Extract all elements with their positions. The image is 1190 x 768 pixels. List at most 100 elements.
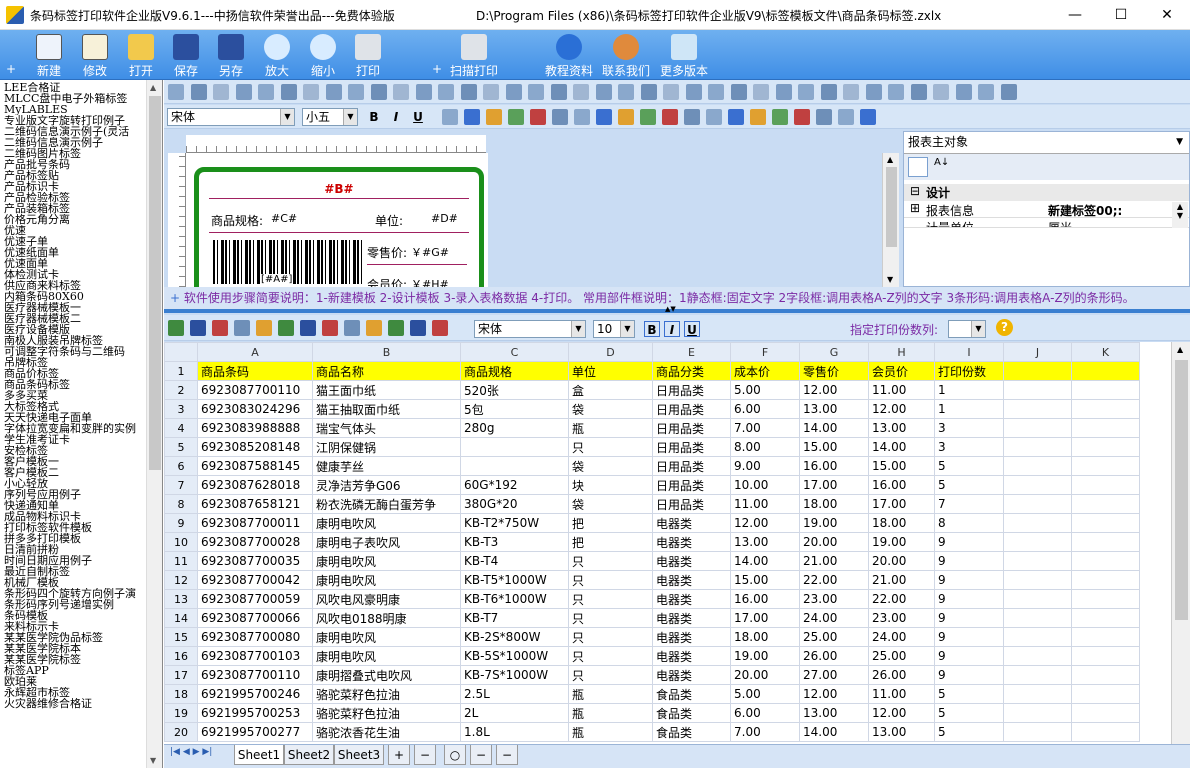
- template-item[interactable]: 时间日期应用例子: [4, 555, 146, 566]
- tool-icon[interactable]: [794, 109, 810, 125]
- table-cell[interactable]: [1003, 589, 1072, 609]
- sort-az-icon[interactable]: A↓: [934, 157, 954, 177]
- save-as-button[interactable]: 另存: [207, 32, 255, 78]
- tool-icon[interactable]: [505, 84, 522, 100]
- tool-icon[interactable]: [640, 109, 656, 125]
- table-cell[interactable]: 骆驼菜籽色拉油: [312, 684, 461, 704]
- table-cell[interactable]: [1003, 380, 1072, 400]
- tool-icon[interactable]: [910, 84, 927, 100]
- table-cell[interactable]: [1003, 608, 1072, 628]
- table-cell[interactable]: 9: [934, 665, 1004, 685]
- table-cell[interactable]: 6923085208148: [197, 437, 313, 457]
- table-cell[interactable]: 17.00: [730, 608, 800, 628]
- table-cell[interactable]: 只: [568, 646, 653, 666]
- template-item[interactable]: 优速: [4, 225, 146, 236]
- table-cell[interactable]: 6923083988888: [197, 418, 313, 438]
- template-item[interactable]: 医疗器械模板一: [4, 302, 146, 313]
- row-header[interactable]: 12: [164, 570, 198, 590]
- template-item[interactable]: 小心轻放: [4, 478, 146, 489]
- tool-icon[interactable]: [415, 84, 432, 100]
- row-header[interactable]: 13: [164, 589, 198, 609]
- table-cell[interactable]: [1071, 684, 1140, 704]
- table-cell[interactable]: 电器类: [652, 589, 731, 609]
- table-cell[interactable]: 18.00: [799, 494, 869, 514]
- table-cell[interactable]: 10.00: [730, 475, 800, 495]
- scroll-up-icon[interactable]: ▲: [1177, 345, 1183, 354]
- italic-button[interactable]: I: [388, 109, 404, 125]
- table-cell[interactable]: 11.00: [868, 684, 935, 704]
- template-item[interactable]: 体检测试卡: [4, 269, 146, 280]
- tool-icon[interactable]: [460, 84, 477, 100]
- table-cell[interactable]: 13.00: [868, 418, 935, 438]
- template-list[interactable]: LEE合格证 MLCC盘中电子外箱标签 MyLABLES 专业版文字旋转打印例子 二维码…: [4, 82, 146, 709]
- table-cell[interactable]: 电器类: [652, 627, 731, 647]
- tool-icon[interactable]: [212, 320, 228, 336]
- table-cell[interactable]: [460, 456, 569, 476]
- template-item[interactable]: 成品物料标识卡: [4, 511, 146, 522]
- table-cell[interactable]: 20.00: [799, 532, 869, 552]
- table-cell[interactable]: 5: [934, 456, 1004, 476]
- table-cell[interactable]: 食品类: [652, 722, 731, 742]
- table-cell[interactable]: 15.00: [730, 570, 800, 590]
- table-cell[interactable]: 6921995700253: [197, 703, 313, 723]
- table-cell[interactable]: 9: [934, 532, 1004, 552]
- table-cell[interactable]: 康明电吹风: [312, 513, 461, 533]
- table-cell[interactable]: 15.00: [868, 456, 935, 476]
- table-cell[interactable]: 商品分类: [652, 361, 731, 381]
- table-cell[interactable]: 6923087658121: [197, 494, 313, 514]
- table-cell[interactable]: 盒: [568, 380, 653, 400]
- table-cell[interactable]: [1071, 475, 1140, 495]
- table-cell[interactable]: 24.00: [799, 608, 869, 628]
- table-cell[interactable]: 商品规格: [460, 361, 569, 381]
- row-header[interactable]: 17: [164, 665, 198, 685]
- template-item[interactable]: 最近自制标签: [4, 566, 146, 577]
- table-cell[interactable]: KB-T6*1000W: [460, 589, 569, 609]
- new-button[interactable]: 新建: [25, 32, 73, 78]
- select-all-corner[interactable]: [164, 342, 198, 362]
- member-price-field[interactable]: ￥#H#: [411, 276, 449, 287]
- tool-icon[interactable]: [168, 320, 184, 336]
- collapse-icon[interactable]: ⊟: [910, 184, 920, 198]
- table-cell[interactable]: [1003, 418, 1072, 438]
- font-name-select[interactable]: 宋体 ▼: [167, 108, 295, 126]
- template-item[interactable]: 供应商来料标签: [4, 280, 146, 291]
- table-cell[interactable]: 6923087700103: [197, 646, 313, 666]
- template-item[interactable]: 条码模板: [4, 610, 146, 621]
- table-cell[interactable]: [1071, 418, 1140, 438]
- table-cell[interactable]: 23.00: [799, 589, 869, 609]
- table-cell[interactable]: 25.00: [868, 646, 935, 666]
- table-cell[interactable]: 19.00: [799, 513, 869, 533]
- tool-icon[interactable]: [730, 84, 747, 100]
- tool-icon[interactable]: [486, 109, 502, 125]
- table-cell[interactable]: 2L: [460, 703, 569, 723]
- zoom-out-button[interactable]: 缩小: [299, 32, 347, 78]
- expand-icon[interactable]: ⊞: [910, 201, 920, 215]
- close-button[interactable]: ✕: [1144, 0, 1190, 30]
- tool-icon[interactable]: [706, 109, 722, 125]
- table-cell[interactable]: 6923083024296: [197, 399, 313, 419]
- template-item[interactable]: 可调整字符条码与二维码: [4, 346, 146, 357]
- barcode-field[interactable]: [#A#]: [261, 274, 293, 285]
- template-item[interactable]: 产品标识卡: [4, 181, 146, 192]
- table-cell[interactable]: 日用品类: [652, 494, 731, 514]
- template-item[interactable]: LEE合格证: [4, 82, 146, 93]
- table-cell[interactable]: 5.00: [730, 380, 800, 400]
- table-cell[interactable]: 日用品类: [652, 456, 731, 476]
- table-cell[interactable]: 60G*192: [460, 475, 569, 495]
- table-cell[interactable]: 13.00: [730, 532, 800, 552]
- scrollbar-thumb[interactable]: [886, 167, 897, 247]
- table-cell[interactable]: 22.00: [799, 570, 869, 590]
- template-item[interactable]: 日清前拼粉: [4, 544, 146, 555]
- table-cell[interactable]: KB-7S*1000W: [460, 665, 569, 685]
- table-cell[interactable]: 16.00: [730, 589, 800, 609]
- table-cell[interactable]: 江阴保健锅: [312, 437, 461, 457]
- row-header[interactable]: 5: [164, 437, 198, 457]
- tool-icon[interactable]: [550, 84, 567, 100]
- row-header[interactable]: 1: [164, 361, 198, 381]
- template-item[interactable]: 欧珀莱: [4, 676, 146, 687]
- tool-icon[interactable]: [933, 84, 949, 100]
- zoom-in-button[interactable]: 放大: [253, 32, 301, 78]
- table-cell[interactable]: 16.00: [868, 475, 935, 495]
- tool-icon[interactable]: [464, 109, 480, 125]
- retail-price-label[interactable]: 零售价:: [367, 244, 407, 261]
